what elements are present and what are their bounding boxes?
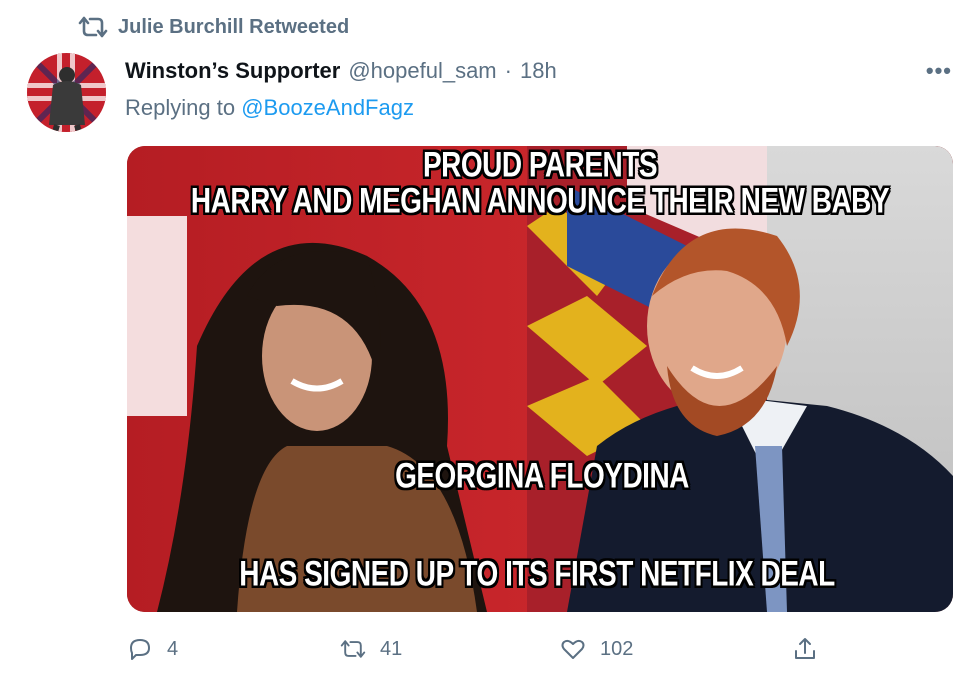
reply-button[interactable]: 4 xyxy=(127,636,178,662)
tweet: Julie Burchill Retweeted Winston’s Suppo… xyxy=(0,0,980,677)
replying-to-label: Replying to xyxy=(125,95,236,120)
avatar-image xyxy=(27,53,106,132)
user-handle[interactable]: @hopeful_sam xyxy=(348,58,496,84)
replying-to: Replying to @BoozeAndFagz xyxy=(125,95,414,121)
reply-target-link[interactable]: @BoozeAndFagz xyxy=(241,95,414,120)
more-icon[interactable]: ••• xyxy=(926,58,952,84)
retweet-icon xyxy=(340,640,366,658)
tweet-actions: 4 41 102 xyxy=(0,636,980,668)
retweet-banner[interactable]: Julie Burchill Retweeted xyxy=(78,14,349,40)
reply-count: 4 xyxy=(167,637,179,660)
meme-caption-line-2: HARRY AND MEGHAN ANNOUNCE THEIR NEW BABY xyxy=(190,181,890,220)
like-button[interactable]: 102 xyxy=(560,636,633,662)
share-button[interactable] xyxy=(792,636,818,662)
reply-icon xyxy=(130,639,150,660)
retweet-count: 41 xyxy=(380,637,403,660)
heart-icon xyxy=(561,639,585,659)
retweet-button[interactable]: 41 xyxy=(340,636,402,662)
meme-caption-line-1: PROUD PARENTS xyxy=(422,146,658,184)
like-count: 102 xyxy=(600,637,634,660)
tweet-header: Winston’s Supporter @hopeful_sam · 18h xyxy=(125,58,557,84)
avatar[interactable] xyxy=(27,53,106,132)
separator: · xyxy=(504,58,512,83)
meme-caption-line-4: HAS SIGNED UP TO ITS FIRST NETFLIX DEAL xyxy=(239,554,835,593)
retweet-banner-text: Julie Burchill Retweeted xyxy=(118,15,350,38)
timestamp[interactable]: 18h xyxy=(520,58,557,84)
tweet-media-image[interactable]: PROUD PARENTS HARRY AND MEGHAN ANNOUNCE … xyxy=(127,146,953,612)
display-name[interactable]: Winston’s Supporter xyxy=(125,58,340,84)
retweet-icon xyxy=(78,16,108,38)
meme-caption-line-3: GEORGINA FLOYDINA xyxy=(395,456,689,495)
share-icon xyxy=(795,638,815,659)
